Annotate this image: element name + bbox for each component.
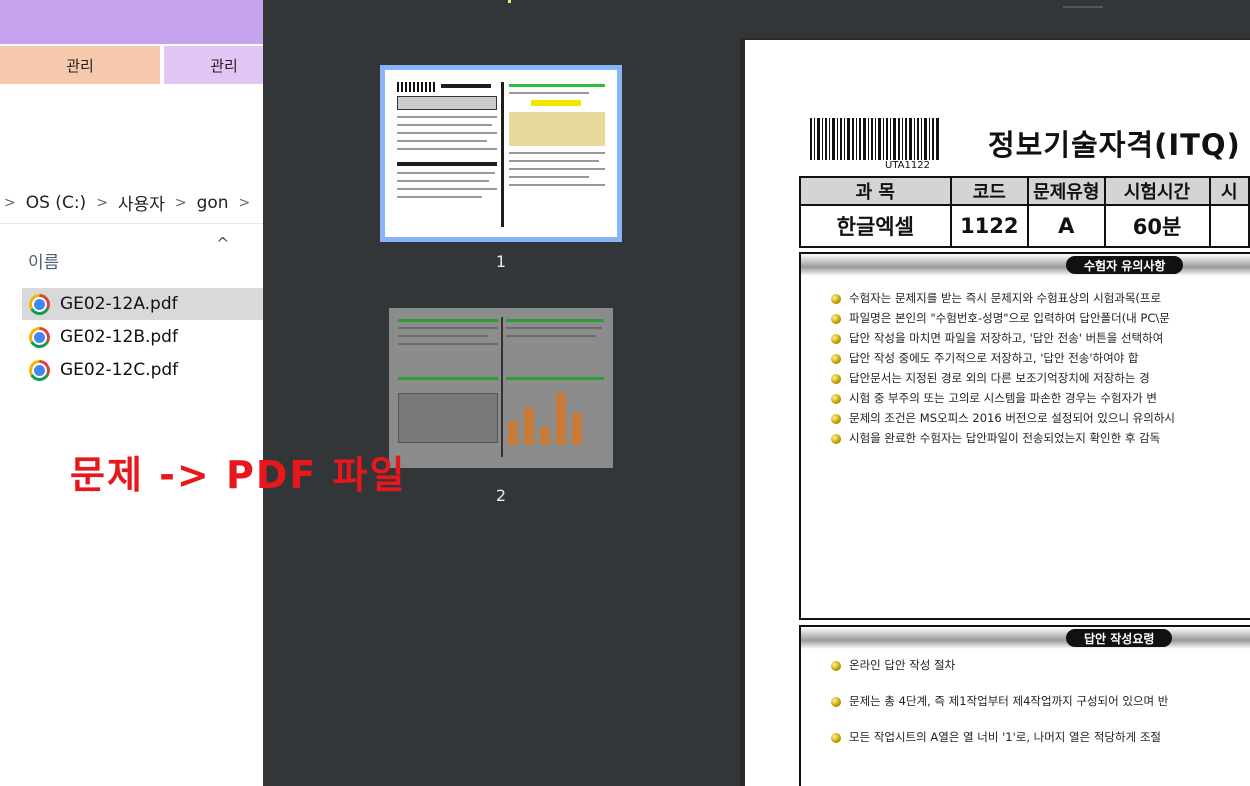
ribbon-tab-manage-2[interactable]: 관리 <box>164 46 263 84</box>
list-item: 답안 작성 중에도 주기적으로 저장하고, '답안 전송'하여야 합 <box>831 350 1250 367</box>
section-header: 답안 작성요령 <box>801 627 1250 649</box>
chrome-icon <box>29 326 50 348</box>
breadcrumb-item-users[interactable]: 사용자 <box>118 190 165 215</box>
thumbnail-page-art <box>391 76 611 231</box>
ribbon-tab-manage[interactable]: 관리 <box>0 46 160 84</box>
breadcrumb-separator: > <box>238 194 251 211</box>
notice-section: 수험자 유의사항 수험자는 문제지를 받는 즉시 문제지와 수험표상의 시험과목… <box>799 252 1250 620</box>
explorer-titlebar[interactable] <box>0 0 263 44</box>
breadcrumb-separator: > <box>174 194 187 211</box>
breadcrumb-separator: > <box>96 194 108 211</box>
pdf-viewer-window: 1 2 UTA1122 정보기술자격(ITQ) 과 목 코드 문제유형 시험시간… <box>263 0 1250 786</box>
chrome-icon <box>29 359 50 381</box>
document-title: 정보기술자격(ITQ) <box>988 128 1241 162</box>
viewer-toolbar <box>263 0 1250 38</box>
exam-info-table: 과 목 코드 문제유형 시험시간 시 한글엑셀 1122 A 60분 <box>799 176 1250 248</box>
table-header: 과 목 <box>799 176 952 206</box>
pdf-page: UTA1122 정보기술자격(ITQ) 과 목 코드 문제유형 시험시간 시 한… <box>745 40 1250 786</box>
sort-ascending-icon[interactable]: ^ <box>216 234 229 253</box>
thumbnail-page-number: 1 <box>495 252 507 271</box>
breadcrumb-separator: > <box>4 194 16 211</box>
table-cell: 1122 <box>949 204 1030 248</box>
section-title: 답안 작성요령 <box>1066 629 1173 647</box>
toolbar-marker <box>508 0 511 3</box>
table-header: 문제유형 <box>1027 176 1106 206</box>
notice-list: 수험자는 문제지를 받는 즉시 문제지와 수험표상의 시험과목(프로 파일명은 … <box>831 290 1250 450</box>
annotation-text: 문제 -> PDF 파일 <box>70 453 407 497</box>
table-header: 시 <box>1208 176 1250 206</box>
file-name: GE02-12A.pdf <box>60 294 178 314</box>
list-item: 답안 작성을 마치면 파일을 저장하고, '답안 전송' 버튼을 선택하여 <box>831 330 1250 347</box>
list-item: 문제의 조건은 MS오피스 2016 버전으로 설정되어 있으니 유의하시 <box>831 410 1250 427</box>
list-item: 수험자는 문제지를 받는 즉시 문제지와 수험표상의 시험과목(프로 <box>831 290 1250 307</box>
breadcrumb[interactable]: > OS (C:) > 사용자 > gon > <box>0 182 263 224</box>
page-thumbnail-2[interactable] <box>389 308 613 468</box>
section-title: 수험자 유의사항 <box>1066 256 1184 274</box>
list-item: 파일명은 본인의 "수험번호-성명"으로 입력하여 답안폴더(내 PC\문 <box>831 310 1250 327</box>
table-cell <box>1208 204 1250 248</box>
list-item: 시험을 완료한 수험자는 답안파일이 전송되었는지 확인한 후 감독 <box>831 430 1250 447</box>
guide-section: 답안 작성요령 온라인 답안 작성 절차 문제는 총 4단계, 즉 제1작업부터… <box>799 625 1250 786</box>
table-cell: 60분 <box>1103 204 1211 248</box>
thumbnail-page-art <box>394 313 608 463</box>
thumbnail-sidebar: 1 2 <box>263 38 740 786</box>
table-header: 시험시간 <box>1103 176 1211 206</box>
list-item: 문제는 총 4단계, 즉 제1작업부터 제4작업까지 구성되어 있으며 반 <box>831 693 1250 710</box>
table-header: 코드 <box>949 176 1030 206</box>
file-explorer-window: 관리 관리 > OS (C:) > 사용자 > gon > 이름 ^ GE02-… <box>0 0 263 786</box>
barcode-image <box>810 118 939 160</box>
guide-list: 온라인 답안 작성 절차 문제는 총 4단계, 즉 제1작업부터 제4작업까지 … <box>831 657 1250 765</box>
file-name: GE02-12B.pdf <box>60 327 178 347</box>
column-header[interactable]: 이름 ^ <box>0 230 263 282</box>
list-item: 답안문서는 지정된 경로 외의 다른 보조기억장치에 저장하는 경 <box>831 370 1250 387</box>
section-header: 수험자 유의사항 <box>801 254 1250 276</box>
thumbnail-page-number: 2 <box>495 486 507 505</box>
barcode-label: UTA1122 <box>885 160 930 171</box>
file-row[interactable]: GE02-12C.pdf <box>22 354 263 386</box>
breadcrumb-item-drive[interactable]: OS (C:) <box>26 193 86 213</box>
file-row[interactable]: GE02-12A.pdf <box>22 288 263 320</box>
column-header-name[interactable]: 이름 <box>28 248 59 273</box>
toolbar-control[interactable] <box>1063 6 1103 8</box>
file-row[interactable]: GE02-12B.pdf <box>22 321 263 353</box>
list-item: 모든 작업시트의 A열은 열 너비 '1'로, 나머지 열은 적당하게 조절 <box>831 729 1250 746</box>
list-item: 시험 중 부주의 또는 고의로 시스템을 파손한 경우는 수험자가 변 <box>831 390 1250 407</box>
table-cell: 한글엑셀 <box>799 204 952 248</box>
list-item: 온라인 답안 작성 절차 <box>831 657 1250 674</box>
table-cell: A <box>1027 204 1106 248</box>
breadcrumb-item-user[interactable]: gon <box>197 193 229 213</box>
page-thumbnail-1[interactable] <box>380 65 622 242</box>
file-name: GE02-12C.pdf <box>60 360 179 380</box>
chrome-icon <box>29 293 50 315</box>
